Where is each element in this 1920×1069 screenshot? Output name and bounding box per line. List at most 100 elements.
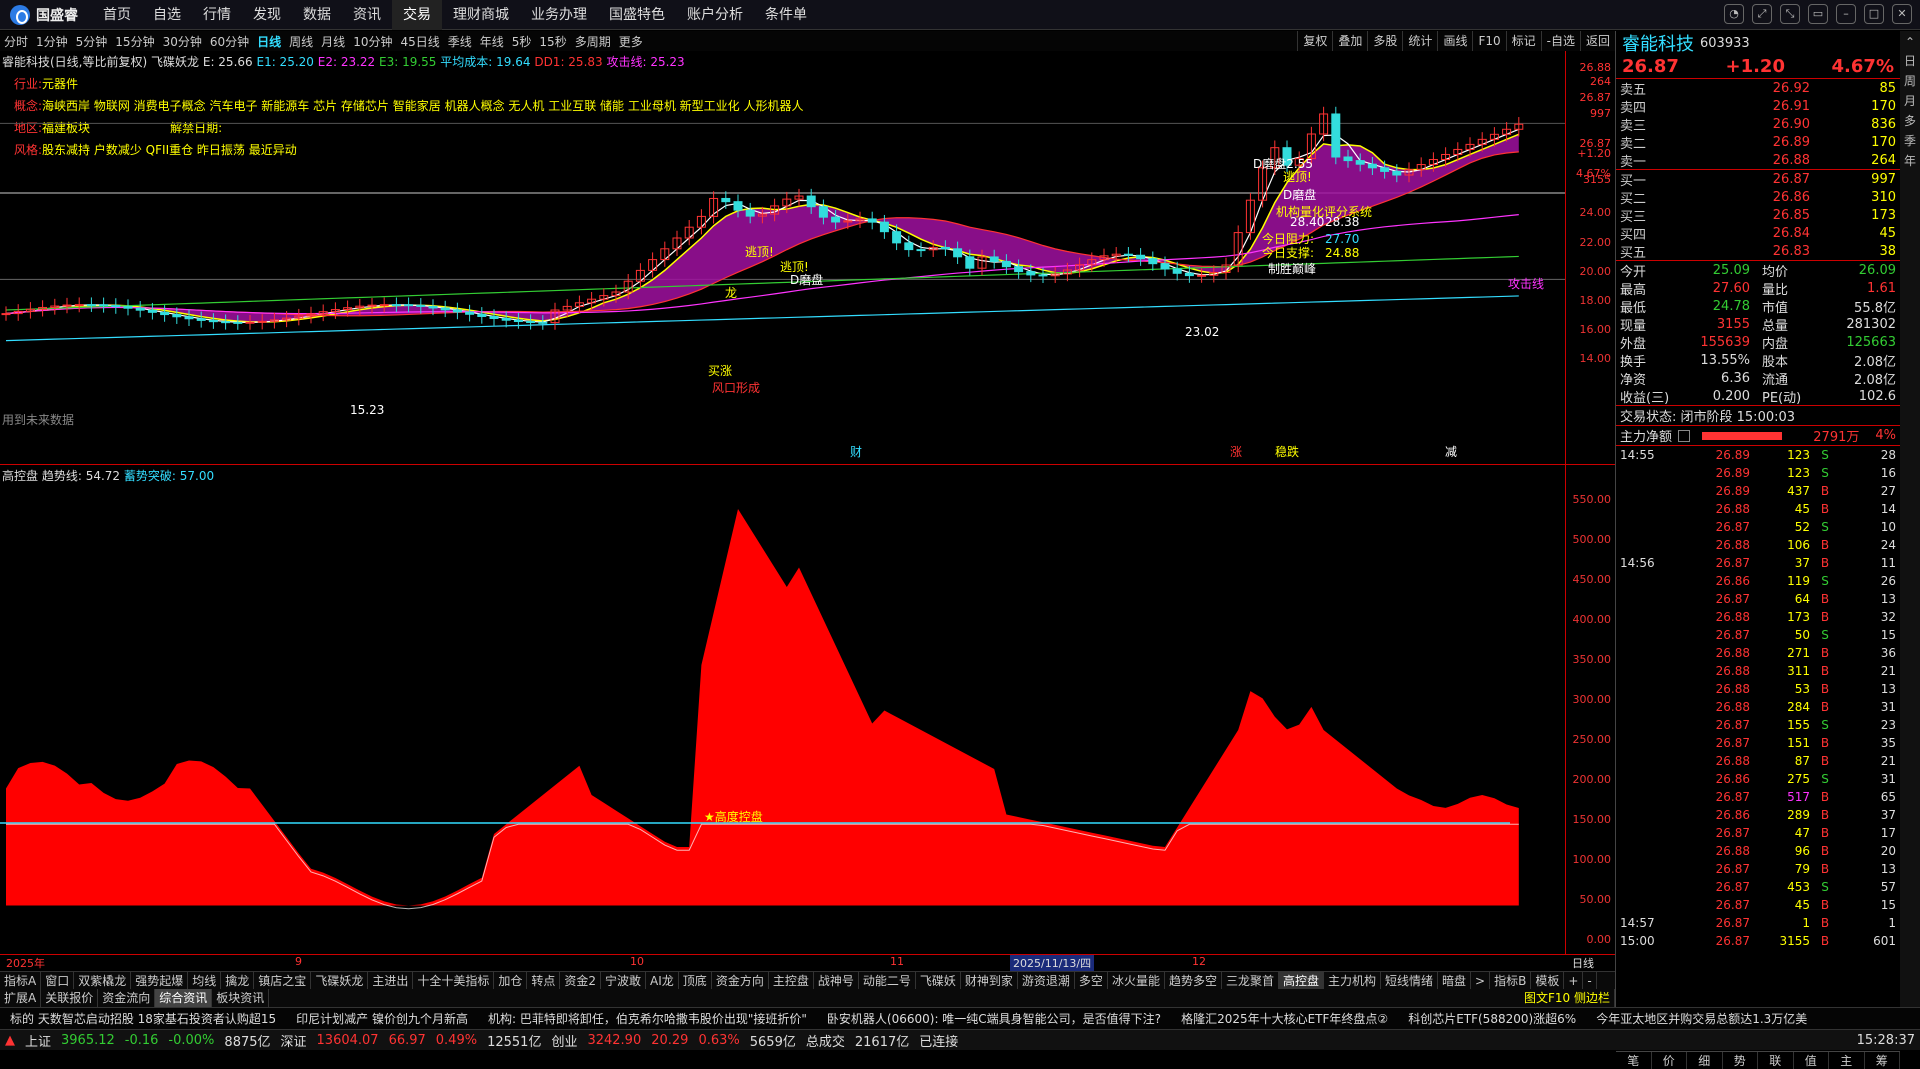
indicator-tab-17[interactable]: 主控盘 <box>769 972 814 989</box>
indicator-tab-31[interactable]: > <box>1471 972 1491 989</box>
chart-tool-5[interactable]: F10 <box>1472 31 1505 51</box>
side-tab-4[interactable]: 季 <box>1904 132 1916 149</box>
indicator-tab-23[interactable]: 多空 <box>1075 972 1108 989</box>
ask-row-3[interactable]: 卖二 26.89 170 <box>1616 133 1900 152</box>
chart-tool-6[interactable]: 标记 <box>1505 31 1541 51</box>
indicator-tab-13[interactable]: 宁波敢 <box>601 972 647 989</box>
indicator-tab-27[interactable]: 高控盘 <box>1278 972 1324 989</box>
net-toggle-icon[interactable] <box>1678 429 1691 442</box>
bid-row-3[interactable]: 买四 26.84 45 <box>1616 224 1900 243</box>
extension-tab-1[interactable]: 关联报价 <box>41 989 99 1007</box>
indicator-tab-1[interactable]: 窗口 <box>41 972 75 989</box>
tick-list[interactable]: 14:55 26.89 123 S 28 26.89 123 S 16 26.89 437 B 27 26… <box>1616 446 1900 1051</box>
indicator-tab-22[interactable]: 游资退潮 <box>1018 972 1075 989</box>
period-10[interactable]: 45日线 <box>396 33 443 50</box>
indicator-tab-0[interactable]: 指标A <box>0 972 42 989</box>
period-16[interactable]: 更多 <box>615 33 647 50</box>
bid-row-0[interactable]: 买一 26.87 997 <box>1616 170 1900 189</box>
news-item-4[interactable]: 格隆汇2025年十大核心ETF年终盘点② <box>1171 1010 1398 1027</box>
ask-row-2[interactable]: 卖三 26.90 836 <box>1616 115 1900 134</box>
panel-tab-2[interactable]: 细 <box>1687 1052 1723 1069</box>
indicator-tab-30[interactable]: 暗盘 <box>1438 972 1472 989</box>
indicator-tab-19[interactable]: 动能二号 <box>859 972 916 989</box>
extension-tab-2[interactable]: 资金流向 <box>98 989 156 1007</box>
bid-row-2[interactable]: 买三 26.85 173 <box>1616 206 1900 225</box>
period-0[interactable]: 分时 <box>0 33 32 50</box>
period-4[interactable]: 30分钟 <box>159 33 206 50</box>
bid-row-1[interactable]: 买二 26.86 310 <box>1616 188 1900 207</box>
indicator-tab-35[interactable]: - <box>1583 972 1597 989</box>
period-7[interactable]: 周线 <box>285 33 317 50</box>
f10-sidebar-tab[interactable]: 图文F10 侧边栏 <box>1520 989 1615 1007</box>
fold-icon[interactable]: ▭ <box>1808 4 1828 24</box>
indicator-chart[interactable]: 高控盘 趋势线: 54.72 蓄势突破: 57.00 ★高度控盘 550.00 5… <box>0 465 1615 986</box>
period-8[interactable]: 月线 <box>317 33 349 50</box>
news-item-5[interactable]: 科创芯片ETF(588200)涨超6% <box>1398 1010 1586 1027</box>
panel-tab-1[interactable]: 价 <box>1652 1052 1687 1069</box>
panel-tab-0[interactable]: 笔 <box>1616 1052 1652 1069</box>
indicator-tab-14[interactable]: AI龙 <box>646 972 679 989</box>
menu-item-10[interactable]: 账户分析 <box>676 0 754 30</box>
chart-tool-8[interactable]: 返回 <box>1579 31 1615 51</box>
side-tab-0[interactable]: 日 <box>1904 52 1916 69</box>
news-item-1[interactable]: 印尼计划减产 镍价创九个月新高 <box>286 1010 478 1027</box>
chart-tool-3[interactable]: 统计 <box>1402 31 1437 51</box>
panel-tab-7[interactable]: 筹 <box>1865 1052 1900 1069</box>
chart-tool-1[interactable]: 叠加 <box>1332 31 1367 51</box>
indicator-tab-25[interactable]: 趋势多空 <box>1165 972 1222 989</box>
indicator-tab-10[interactable]: 加仓 <box>494 972 528 989</box>
indicator-tab-9[interactable]: 十全十美指标 <box>413 972 495 989</box>
panel-tab-4[interactable]: 联 <box>1758 1052 1794 1069</box>
chart-tool-2[interactable]: 多股 <box>1367 31 1402 51</box>
menu-item-1[interactable]: 自选 <box>142 0 192 30</box>
menu-item-9[interactable]: 国盛特色 <box>598 0 676 30</box>
compress-icon[interactable]: ⤡ <box>1780 4 1800 24</box>
side-tab-3[interactable]: 多 <box>1904 112 1916 129</box>
ask-row-1[interactable]: 卖四 26.91 170 <box>1616 97 1900 116</box>
indicator-tab-18[interactable]: 战神号 <box>814 972 859 989</box>
period-1[interactable]: 1分钟 <box>32 33 72 50</box>
menu-item-11[interactable]: 条件单 <box>754 0 818 30</box>
indicator-tab-28[interactable]: 主力机构 <box>1324 972 1382 989</box>
news-ticker[interactable]: 标的 天数智芯启动招股 18家基石投资者认购超15 印尼计划减产 镍价创九个月新高… <box>0 1007 1920 1029</box>
maximize-icon[interactable]: □ <box>1864 4 1884 24</box>
extension-tab-3[interactable]: 综合资讯 <box>155 989 213 1007</box>
extension-tab-0[interactable]: 扩展A <box>0 989 42 1007</box>
period-13[interactable]: 5秒 <box>508 33 536 50</box>
bid-row-4[interactable]: 买五 26.83 38 <box>1616 242 1900 261</box>
indicator-tab-8[interactable]: 主进出 <box>368 972 414 989</box>
menu-item-3[interactable]: 发现 <box>242 0 292 30</box>
indicator-tab-11[interactable]: 转点 <box>527 972 561 989</box>
news-item-3[interactable]: 卧安机器人(06600): 唯一纯C端具身智能公司，是否值得下注? <box>817 1010 1171 1027</box>
extension-tab-4[interactable]: 板块资讯 <box>212 989 270 1007</box>
speech-icon[interactable]: ◔ <box>1724 4 1744 24</box>
chart-tool-4[interactable]: 画线 <box>1437 31 1472 51</box>
menu-item-0[interactable]: 首页 <box>92 0 142 30</box>
indicator-tab-34[interactable]: + <box>1564 972 1584 989</box>
menu-item-7[interactable]: 理财商城 <box>442 0 520 30</box>
side-tab-5[interactable]: 年 <box>1904 152 1916 169</box>
ask-row-0[interactable]: 卖五 26.92 85 <box>1616 79 1900 98</box>
indicator-tab-16[interactable]: 资金方向 <box>712 972 769 989</box>
indicator-tab-26[interactable]: 三龙聚首 <box>1222 972 1279 989</box>
period-11[interactable]: 季线 <box>444 33 476 50</box>
ask-row-4[interactable]: 卖一 26.88 264 <box>1616 151 1900 170</box>
indicator-tab-6[interactable]: 镇店之宝 <box>254 972 312 989</box>
panel-tab-6[interactable]: 主 <box>1829 1052 1865 1069</box>
menu-item-6[interactable]: 交易 <box>392 0 442 30</box>
indicator-tab-2[interactable]: 双紫橇龙 <box>74 972 132 989</box>
menu-item-4[interactable]: 数据 <box>292 0 342 30</box>
indicator-tab-33[interactable]: 模板 <box>1531 972 1565 989</box>
indicator-tab-15[interactable]: 顶底 <box>679 972 712 989</box>
period-3[interactable]: 15分钟 <box>111 33 158 50</box>
expand-icon[interactable]: ⤢ <box>1752 4 1772 24</box>
period-12[interactable]: 年线 <box>476 33 508 50</box>
period-14[interactable]: 15秒 <box>535 33 570 50</box>
indicator-tab-24[interactable]: 冰火量能 <box>1108 972 1165 989</box>
chart-tool-0[interactable]: 复权 <box>1297 31 1332 51</box>
menu-item-8[interactable]: 业务办理 <box>520 0 598 30</box>
side-tab-2[interactable]: 月 <box>1904 92 1916 109</box>
menu-item-2[interactable]: 行情 <box>192 0 242 30</box>
menu-item-5[interactable]: 资讯 <box>342 0 392 30</box>
scroll-up-icon[interactable]: ⌃ <box>1905 35 1915 49</box>
